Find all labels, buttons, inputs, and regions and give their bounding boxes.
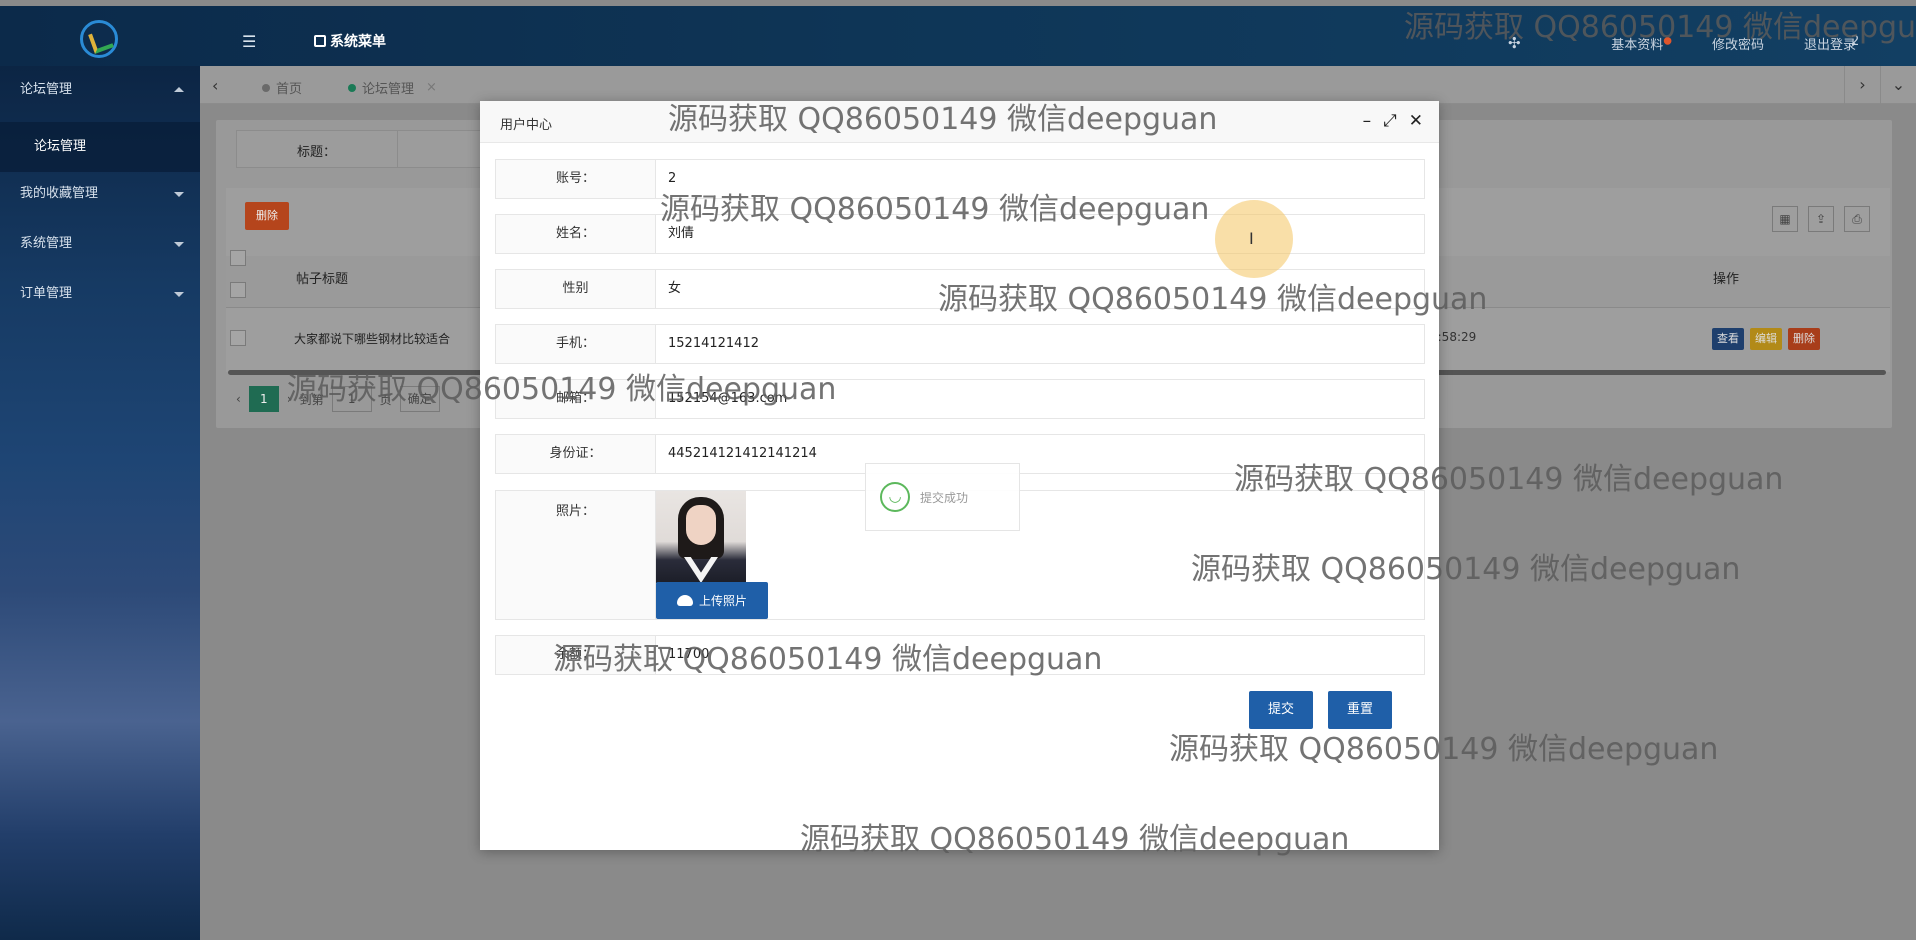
row-actions: 查看 编辑 删除 (1712, 328, 1820, 350)
select-all-checkbox[interactable] (230, 250, 246, 266)
search-label: 标题： (297, 145, 337, 160)
column-title: 帖子标题 (296, 272, 349, 287)
upload-photo-button[interactable]: 上传照片 (656, 582, 768, 619)
view-button[interactable]: 查看 (1712, 328, 1744, 350)
field-label: 身份证： (496, 435, 656, 473)
smile-icon: ◡ (880, 482, 910, 512)
watermark: 源码获取 QQ86050149 微信deepguan (1191, 552, 1741, 587)
header-checkbox[interactable] (230, 282, 246, 298)
field-label: 手机： (496, 325, 656, 363)
success-toast: ◡ 提交成功 (865, 463, 1020, 531)
list-icon[interactable]: ☰ (242, 32, 256, 51)
watermark: 源码获取 QQ86050149 微信deepguan (1404, 10, 1916, 45)
toast-message: 提交成功 (920, 490, 969, 505)
chevron-left-icon[interactable]: ‹ (236, 392, 241, 406)
modal-controls: – ⤢ ✕ (1363, 111, 1423, 131)
close-icon[interactable]: × (426, 80, 437, 95)
watermark: 源码获取 QQ86050149 微信deepguan (660, 192, 1210, 227)
watermark: 源码获取 QQ86050149 微信deepguan (800, 822, 1350, 857)
field-label: 性别 (496, 270, 656, 308)
sidebar-item-favorites[interactable]: 我的收藏管理 (0, 170, 200, 218)
profile-photo (656, 491, 746, 583)
close-icon[interactable]: ✕ (1409, 111, 1423, 131)
tab-dot-icon (348, 83, 356, 92)
delete-button[interactable]: 删除 (245, 202, 289, 230)
sidebar-item-label: 订单管理 (20, 286, 73, 301)
sidebar-item-label: 我的收藏管理 (20, 186, 99, 201)
chevron-right-icon[interactable]: › (1844, 66, 1880, 104)
text-cursor-icon: I (1249, 229, 1254, 248)
field-label: 姓名： (496, 215, 656, 253)
tab-label: 首页 (276, 82, 303, 97)
cloud-upload-icon (676, 595, 693, 606)
modal-title: 用户中心 (500, 118, 553, 133)
page-current[interactable]: 1 (248, 386, 279, 412)
sidebar: 论坛管理 论坛管理 我的收藏管理 系统管理 订单管理 (0, 66, 200, 940)
row-delete-button[interactable]: 删除 (1788, 328, 1820, 350)
field-label: 账号： (496, 160, 656, 198)
field-label: 照片： (496, 491, 656, 619)
row-checkbox[interactable] (230, 330, 246, 346)
watermark: 源码获取 QQ86050149 微信deepguan (1169, 732, 1719, 767)
chevron-down-icon (174, 192, 184, 202)
chevron-left-icon[interactable]: ‹ (212, 76, 218, 95)
gender-select[interactable]: 女 (668, 270, 681, 308)
sidebar-item-forum[interactable]: 论坛管理 (0, 66, 200, 114)
phone-input[interactable]: 15214121412 (668, 325, 759, 363)
tab-label: 论坛管理 (362, 82, 415, 97)
chevron-up-icon (174, 82, 184, 92)
id-card-input[interactable]: 445214121412141214 (668, 435, 817, 473)
chevron-down-icon[interactable]: ⌄ (1880, 66, 1916, 104)
sidebar-item-label: 系统管理 (20, 236, 73, 251)
table-tools: ▦ ⇪ ⎙ (1772, 206, 1870, 232)
watermark: 源码获取 QQ86050149 微信deepguan (553, 642, 1103, 677)
chevron-down-icon (174, 242, 184, 252)
sidebar-subitem-forum[interactable]: 论坛管理 (0, 122, 200, 172)
export-icon[interactable]: ⇪ (1808, 206, 1834, 232)
watermark: 源码获取 QQ86050149 微信deepguan (1234, 462, 1784, 497)
watermark: 源码获取 QQ86050149 微信deepguan (668, 102, 1218, 137)
sidebar-item-label: 论坛管理 (20, 82, 73, 97)
tab-forum[interactable]: 论坛管理 × (348, 78, 437, 97)
chevron-down-icon (174, 292, 184, 302)
watermark: 源码获取 QQ86050149 微信deepguan (287, 372, 837, 407)
tab-home[interactable]: 首页 (262, 78, 302, 97)
maximize-icon[interactable]: ⤢ (1383, 111, 1397, 131)
system-menu-label: 系统菜单 (330, 34, 386, 50)
bookmark-icon (314, 35, 326, 47)
columns-icon[interactable]: ▦ (1772, 206, 1798, 232)
column-actions: 操作 (1713, 272, 1740, 287)
system-menu[interactable]: 系统菜单 (314, 31, 386, 51)
minimize-icon[interactable]: – (1363, 111, 1372, 131)
tab-dot-icon (262, 83, 270, 92)
cursor-highlight (1215, 200, 1293, 278)
watermark: 源码获取 QQ86050149 微信deepguan (938, 282, 1488, 317)
upload-label: 上传照片 (698, 594, 747, 608)
tabs-controls: › ⌄ (1844, 66, 1916, 104)
field-phone: 手机： 15214121412 (495, 324, 1425, 364)
sidebar-item-orders[interactable]: 订单管理 (0, 270, 200, 318)
row-title: 大家都说下哪些钢材比较适合 (294, 332, 451, 346)
sidebar-item-system[interactable]: 系统管理 (0, 220, 200, 268)
edit-button[interactable]: 编辑 (1750, 328, 1782, 350)
print-icon[interactable]: ⎙ (1844, 206, 1870, 232)
app-logo (80, 20, 118, 58)
